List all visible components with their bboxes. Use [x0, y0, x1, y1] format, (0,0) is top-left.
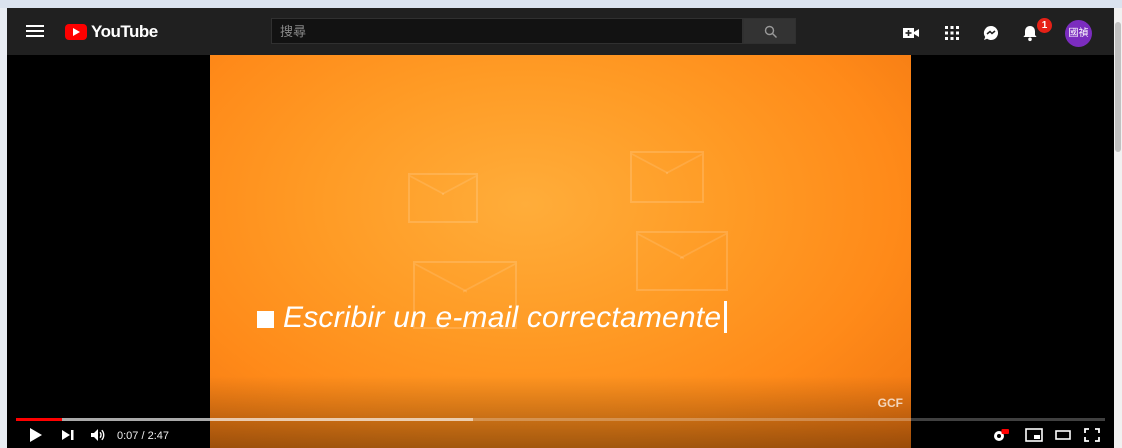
player-controls: 0:07 / 2:47	[7, 422, 1114, 448]
progress-bar[interactable]	[16, 418, 1105, 421]
played-progress	[16, 418, 62, 421]
bullet-icon	[257, 311, 274, 328]
masthead: YouTube 搜尋 1 國禎	[7, 8, 1114, 55]
youtube-logo[interactable]: YouTube	[65, 22, 158, 42]
gcf-watermark: GCF	[877, 396, 903, 410]
video-player[interactable]: Escribir un e-mail correctamente GCF 0:0…	[7, 55, 1114, 448]
video-frame[interactable]: Escribir un e-mail correctamente GCF	[210, 55, 911, 448]
next-icon[interactable]	[59, 427, 77, 443]
slide-title: Escribir un e-mail correctamente	[257, 301, 728, 335]
slide-title-text: Escribir un e-mail correctamente	[283, 301, 722, 334]
apps-grid-icon[interactable]	[942, 23, 962, 43]
notification-count-badge: 1	[1037, 18, 1052, 33]
settings-hd-icon[interactable]	[992, 427, 1010, 443]
theater-mode-icon[interactable]	[1054, 427, 1072, 443]
messages-icon[interactable]	[981, 23, 1001, 43]
search-button[interactable]	[743, 18, 796, 44]
text-cursor	[724, 301, 728, 333]
play-icon[interactable]	[27, 427, 45, 443]
miniplayer-icon[interactable]	[1025, 427, 1043, 443]
avatar[interactable]: 國禎	[1065, 20, 1092, 47]
create-video-icon[interactable]	[901, 23, 921, 43]
menu-icon[interactable]	[26, 23, 46, 39]
envelope-graphic	[636, 231, 728, 291]
search-icon	[764, 25, 777, 38]
volume-icon[interactable]	[89, 427, 107, 443]
envelope-graphic	[630, 151, 704, 203]
browser-top-border	[0, 0, 1122, 8]
logo-text: YouTube	[91, 22, 158, 41]
envelope-graphic	[408, 173, 478, 223]
fullscreen-icon[interactable]	[1083, 427, 1101, 443]
vertical-scrollbar[interactable]	[1114, 8, 1122, 448]
youtube-logo-icon	[65, 24, 87, 40]
search-input[interactable]: 搜尋	[271, 18, 743, 44]
scrollbar-thumb[interactable]	[1115, 22, 1121, 152]
page-left-edge	[0, 8, 7, 448]
time-display: 0:07 / 2:47	[117, 430, 169, 442]
buffered-progress	[16, 418, 474, 421]
